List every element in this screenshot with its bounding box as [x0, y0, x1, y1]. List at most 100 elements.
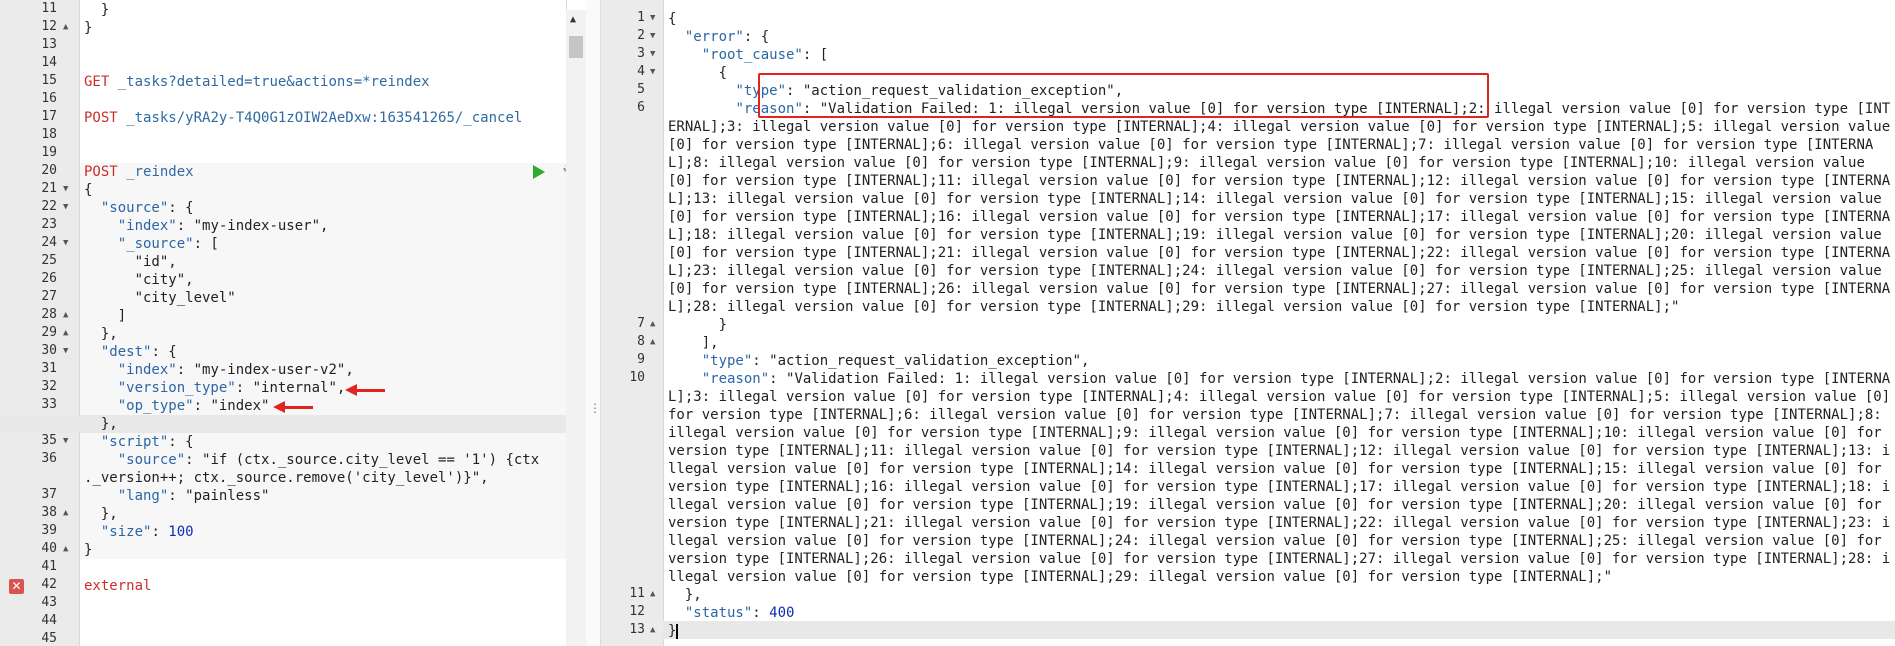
line-number: 31 [41, 361, 57, 376]
line-number: 18 [41, 127, 57, 142]
code-line-42[interactable]: external [84, 577, 151, 595]
line-number: 32 [41, 379, 57, 394]
request-editor-pane[interactable]: 11 12 ▲ 13 14 15 16 17 18 19 20 21 ▼ 22 ▼ 23 24 ▼ 25 26 27 28… [0, 0, 567, 646]
line-number: 5 [637, 82, 645, 97]
fold-close-icon[interactable]: ▲ [650, 337, 655, 347]
line-number: 40 [41, 541, 57, 556]
code-line-24: "_source": [ [117, 236, 219, 252]
code-line-22: "source": { [100, 200, 194, 216]
line-number: 12 [41, 19, 57, 34]
fold-close-icon[interactable]: ▲ [63, 310, 68, 320]
line-number: 13 [629, 622, 645, 637]
fold-close-icon[interactable]: ▲ [650, 625, 655, 635]
annotation-arrow [345, 384, 385, 396]
resp-line-8: ], [668, 335, 719, 351]
resp-line-11: }, [668, 587, 702, 603]
line-number: 44 [41, 613, 57, 628]
json-key: "error" [684, 29, 744, 45]
json-key: "index" [117, 362, 177, 378]
run-request-button[interactable] [533, 165, 545, 179]
line-number: 20 [41, 163, 57, 178]
line-number: 9 [637, 352, 645, 367]
request-path: _tasks/yRA2y-T4Q0G1zOIW2AeDxw:163541265/… [126, 110, 523, 126]
line-number: 41 [41, 559, 57, 574]
json-key: "type" [701, 353, 753, 369]
line-number: 2 [637, 28, 645, 43]
scroll-up-icon[interactable]: ▲ [570, 14, 576, 25]
line-number: 39 [41, 523, 57, 538]
line-number: 27 [41, 289, 57, 304]
line-number: 6 [637, 100, 645, 115]
line-number: 37 [41, 487, 57, 502]
line-number: 4 [637, 64, 645, 79]
pane-splitter[interactable]: ⋮ [586, 0, 601, 646]
code-line-17[interactable]: POST _tasks/yRA2y-T4Q0G1zOIW2AeDxw:16354… [84, 109, 522, 127]
fold-open-icon[interactable]: ▼ [63, 238, 68, 248]
json-value: "Validation Failed: 1: illegal version v… [668, 101, 1891, 315]
error-x-icon[interactable]: ✕ [9, 579, 24, 594]
code-line-28: ] [84, 308, 127, 324]
resp-line-6: "reason": "Validation Failed: 1: illegal… [668, 100, 1892, 316]
code-line-36: "source": "if (ctx._source.city_level ==… [117, 452, 540, 468]
fold-open-icon[interactable]: ▼ [650, 31, 655, 41]
resp-line-12: "status": 400 [684, 605, 795, 621]
fold-open-icon[interactable]: ▼ [650, 49, 655, 59]
fold-close-icon[interactable]: ▲ [650, 589, 655, 599]
fold-close-icon[interactable]: ▲ [63, 544, 68, 554]
line-number: 22 [41, 199, 57, 214]
json-number: 100 [168, 524, 194, 540]
fold-close-icon[interactable]: ▲ [63, 328, 68, 338]
json-value: "index" [210, 398, 270, 414]
fold-close-icon[interactable]: ▲ [63, 22, 68, 32]
request-scrollbar[interactable]: ▲ [566, 10, 586, 646]
fold-open-icon[interactable]: ▼ [650, 67, 655, 77]
line-number: 3 [637, 46, 645, 61]
fold-close-icon[interactable]: ▲ [63, 508, 68, 518]
response-gutter: 1 ▼ 2 ▼ 3 ▼ 4 ▼ 5 6 7 ▲ 8 ▲ 9 10 11 ▲ 12 13 ▲ [601, 0, 664, 646]
fold-open-icon[interactable]: ▼ [63, 184, 68, 194]
code-line-20[interactable]: POST _reindex [84, 163, 194, 181]
fold-open-icon[interactable]: ▼ [650, 13, 655, 23]
request-gutter: 11 12 ▲ 13 14 15 16 17 18 19 20 21 ▼ 22 ▼ 23 24 ▼ 25 26 27 28… [0, 0, 80, 646]
line-number: 13 [41, 37, 57, 52]
json-value: "my-index-user" [193, 218, 321, 234]
line-number: 29 [41, 325, 57, 340]
json-value: "city_level" [134, 290, 236, 306]
code-line-38: }, [84, 506, 118, 522]
json-value: "if (ctx._source.city_level == '1') {ctx [202, 452, 540, 468]
code-line-33: "op_type": "index" [117, 398, 270, 414]
code-line-27: "city_level" [84, 289, 236, 307]
fold-open-icon[interactable]: ▼ [63, 202, 68, 212]
code-line-29: }, [84, 326, 118, 342]
fold-open-icon[interactable]: ▼ [63, 436, 68, 446]
json-key: "reason" [701, 371, 770, 387]
invalid-text: external [84, 578, 152, 594]
line-number: 12 [629, 604, 645, 619]
http-method: GET [84, 74, 110, 90]
fold-close-icon[interactable]: ▲ [650, 319, 655, 329]
json-value: "city" [134, 272, 186, 288]
code-line-15[interactable]: GET _tasks?detailed=true&actions=*reinde… [84, 73, 430, 91]
code-line-30: "dest": { [100, 344, 177, 360]
resp-line-9: "type": "action_request_validation_excep… [701, 353, 1090, 369]
request-path: _reindex [126, 164, 194, 180]
json-value: "internal" [252, 380, 337, 396]
scroll-thumb[interactable] [569, 36, 583, 58]
line-number: 19 [41, 145, 57, 160]
resp-line-2: "error": { [684, 29, 770, 45]
code-line-21: { [84, 182, 93, 198]
line-number: 16 [41, 91, 57, 106]
line-number: 24 [41, 235, 57, 250]
fold-open-icon[interactable]: ▼ [63, 346, 68, 356]
json-value: "id" [134, 254, 169, 270]
resp-line-10: "reason": "Validation Failed: 1: illegal… [668, 370, 1892, 586]
code-line-12: } [84, 20, 93, 36]
code-line-35: "script": { [100, 434, 194, 450]
json-key: "source" [117, 452, 186, 468]
json-key: "op_type" [117, 398, 194, 414]
resp-line-1: { [668, 11, 677, 27]
code-line-26: "city", [134, 272, 194, 288]
